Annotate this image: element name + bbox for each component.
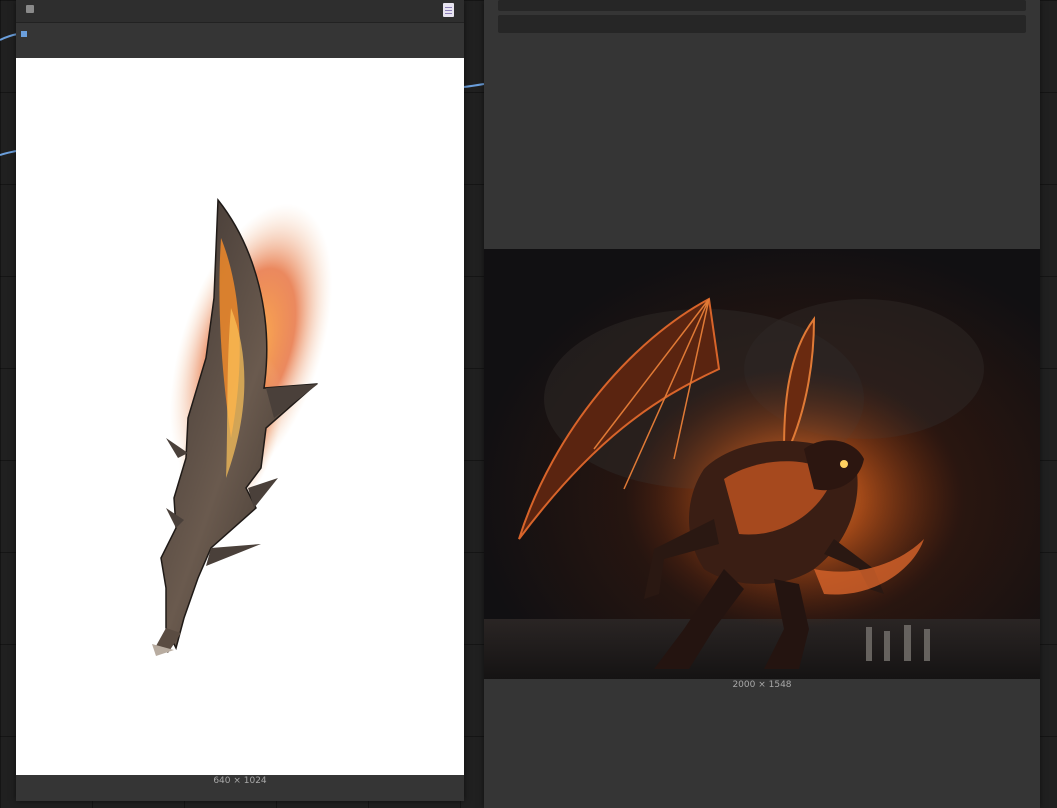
flaming-sword-image: [152, 197, 333, 656]
image-size-label: 2000 × 1548: [732, 680, 792, 690]
collapse-toggle-icon[interactable]: [26, 5, 34, 13]
node-output-row: [16, 23, 464, 58]
preview-node-left[interactable]: 640 × 1024: [16, 0, 464, 801]
graph-canvas[interactable]: 640 × 1024 2000 × 1548: [0, 0, 1057, 808]
fire-dragon-image: [484, 249, 1040, 679]
link-wire: [463, 83, 485, 88]
document-icon[interactable]: [443, 3, 454, 17]
preview-image-sword[interactable]: [16, 58, 464, 775]
node-titlebar[interactable]: [16, 0, 464, 23]
link-wire: [0, 150, 17, 156]
node-widget-bar[interactable]: [498, 0, 1026, 11]
image-size-label: 640 × 1024: [213, 776, 267, 786]
preview-node-right[interactable]: 2000 × 1548: [484, 0, 1040, 808]
preview-image-dragon[interactable]: [484, 249, 1040, 679]
output-slot-icon[interactable]: [21, 31, 27, 37]
node-widget-bar[interactable]: [498, 15, 1026, 33]
